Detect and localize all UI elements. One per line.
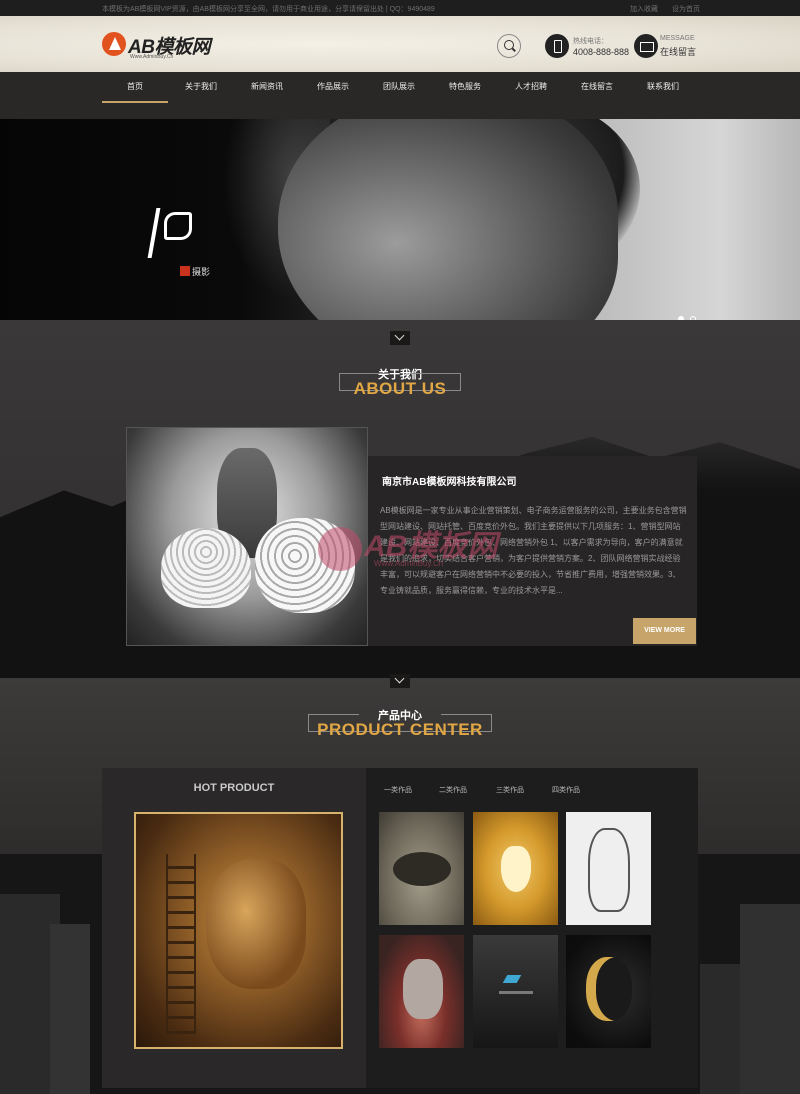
message-link[interactable]: 在线留言 (660, 45, 696, 58)
view-more-button[interactable]: VIEW MORE (633, 618, 696, 644)
hot-product-face (206, 859, 306, 989)
product-thumb[interactable] (566, 812, 651, 925)
set-homepage-link[interactable]: 设为首页 (672, 6, 700, 13)
message-icon[interactable] (634, 34, 658, 58)
products-title-en: PRODUCT CENTER (317, 720, 483, 739)
chevron-down-icon[interactable] (390, 674, 410, 688)
phone-label: 热线电话： (573, 38, 608, 45)
search-icon[interactable] (497, 34, 521, 58)
logo-subtext: Www.AdminBuy.Cn (130, 54, 174, 60)
nav-home[interactable]: 首页 (102, 72, 168, 119)
main-nav: 首页 关于我们 新闻资讯 作品展示 团队展示 特色服务 人才招聘 在线留言 联系… (0, 72, 800, 119)
dancer-skirt-left (161, 528, 251, 608)
hot-product-image[interactable] (134, 812, 343, 1049)
about-title-en: ABOUT US (353, 379, 447, 398)
tab-category-3[interactable]: 三类作品 (496, 785, 524, 795)
hot-product-ladder (166, 854, 196, 1034)
tab-category-2[interactable]: 二类作品 (439, 785, 467, 795)
banner-calligraphy (150, 206, 192, 260)
phone-number: 4008-888-888 (573, 47, 630, 57)
nav-message[interactable]: 在线留言 (564, 72, 630, 119)
tab-category-1[interactable]: 一类作品 (384, 785, 412, 795)
banner-tagline: 摄影 (192, 267, 211, 277)
top-bar: 本模板为AB模板网VIP资源，由AB模板网分享至全网，请勿用于商业用途，分享请保… (0, 0, 800, 16)
product-thumb[interactable] (473, 812, 558, 925)
nav-about[interactable]: 关于我们 (168, 72, 234, 119)
product-thumb[interactable] (473, 935, 558, 1048)
banner-seal-icon (180, 266, 190, 276)
nav-services[interactable]: 特色服务 (432, 72, 498, 119)
message-label: MESSAGE (660, 35, 695, 42)
nav-works[interactable]: 作品展示 (300, 72, 366, 119)
nav-team[interactable]: 团队展示 (366, 72, 432, 119)
top-notice: 本模板为AB模板网VIP资源，由AB模板网分享至全网，请勿用于商业用途，分享请保… (102, 6, 435, 13)
product-thumb[interactable] (379, 812, 464, 925)
nav-contact[interactable]: 联系我们 (630, 72, 696, 119)
nav-news[interactable]: 新闻资讯 (234, 72, 300, 119)
watermark: AB模板网 Www.AdminBuy.Cn (318, 517, 498, 579)
add-favorite-link[interactable]: 加入收藏 (630, 6, 658, 13)
product-thumb[interactable] (566, 935, 651, 1048)
about-company-name: 南京市AB模板网科技有限公司 (382, 477, 517, 488)
chevron-down-icon[interactable] (390, 331, 410, 345)
banner-portrait (278, 119, 618, 320)
logo-mark-icon (102, 32, 126, 56)
hot-product-title: HOT PRODUCT (193, 782, 275, 794)
watermark-logo-icon (318, 527, 362, 571)
watermark-subtext: Www.AdminBuy.Cn (374, 559, 444, 568)
hero-banner (0, 119, 800, 320)
site-header: AB模板网 Www.AdminBuy.Cn 热线电话： 4008-888-888… (0, 16, 800, 72)
tab-category-4[interactable]: 四类作品 (552, 785, 580, 795)
nav-jobs[interactable]: 人才招聘 (498, 72, 564, 119)
site-logo[interactable]: AB模板网 Www.AdminBuy.Cn (102, 30, 232, 60)
product-thumb[interactable] (379, 935, 464, 1048)
top-links: 加入收藏 设为首页 (618, 4, 700, 14)
phone-icon (545, 34, 569, 58)
